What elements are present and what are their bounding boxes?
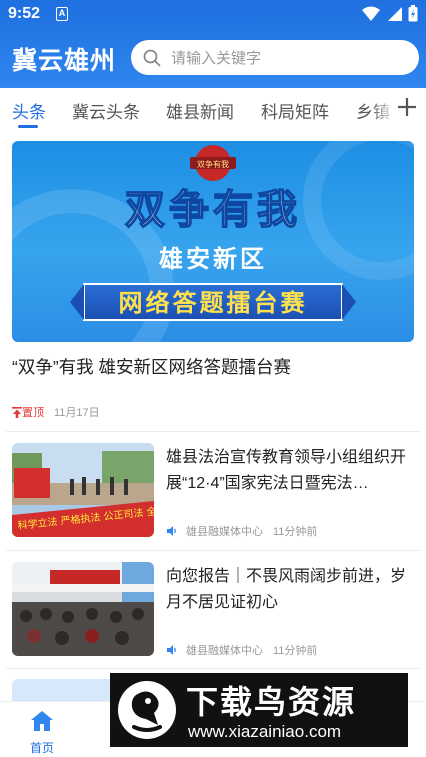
news-thumbnail bbox=[12, 562, 154, 656]
watermark-title: 下载鸟资源 bbox=[186, 684, 357, 720]
divider bbox=[6, 668, 420, 669]
tab-jiyun-headlines[interactable]: 冀云头条 bbox=[72, 98, 140, 123]
news-title: 雄县法治宣传教育领导小组组织开展“12·4”国家宪法日暨宪法… bbox=[166, 449, 407, 492]
search-bar[interactable]: 请输入关键字 bbox=[131, 40, 419, 75]
banner-subtitle: 雄安新区 bbox=[158, 245, 267, 273]
battery-icon bbox=[408, 5, 418, 22]
plus-icon[interactable] bbox=[396, 96, 418, 118]
category-tabs: 头条 冀云头条 雄县新闻 科局矩阵 乡镇 bbox=[0, 88, 426, 130]
banner-title: 双争有我 bbox=[125, 187, 301, 233]
divider bbox=[6, 550, 420, 551]
speaker-icon bbox=[167, 645, 176, 655]
wifi-icon bbox=[362, 6, 380, 21]
news-title: 向您报告｜不畏风雨阔步前进，岁月不居见证初心 bbox=[166, 568, 407, 611]
tab-headlines[interactable]: 头条 bbox=[12, 98, 46, 123]
banner-artwork: 双争有我 双争有我 雄安新区 网络答题擂台赛 bbox=[12, 141, 414, 342]
banner-emblem-text: 双争有我 bbox=[197, 159, 229, 169]
divider bbox=[6, 431, 420, 432]
app-header: 9:52 A 冀云雄州 请输入关键字 bbox=[0, 0, 426, 88]
featured-date: 11月17日 bbox=[54, 407, 100, 419]
tab-bureau-matrix[interactable]: 科局矩阵 bbox=[261, 98, 329, 123]
notification-icon: A bbox=[56, 7, 68, 21]
status-time: 9:52 bbox=[8, 5, 41, 22]
news-source: 雄县融媒体中心 bbox=[186, 645, 263, 657]
news-time: 11分钟前 bbox=[273, 526, 318, 538]
app-title: 冀云雄州 bbox=[12, 47, 117, 75]
watermark-url: www.xiazainiao.com bbox=[188, 722, 342, 741]
status-bar: 9:52 A bbox=[0, 0, 426, 30]
signal-icon bbox=[388, 6, 402, 21]
nav-home-label: 首页 bbox=[29, 741, 54, 755]
watermark-logo bbox=[118, 681, 176, 739]
featured-meta: 置顶 11月17日 bbox=[12, 404, 100, 420]
active-tab-indicator bbox=[18, 125, 38, 128]
status-icons bbox=[362, 5, 418, 22]
news-source: 雄县融媒体中心 bbox=[186, 526, 263, 538]
list-item[interactable]: 科学立法 严格执法 公正司法 全民守法 雄县法治宣传教育领导小组组织开展“12·… bbox=[12, 443, 414, 543]
banner-ribbon-text: 网络答题擂台赛 bbox=[119, 289, 308, 317]
home-icon bbox=[31, 711, 53, 731]
speaker-icon bbox=[167, 526, 176, 536]
news-time: 11分钟前 bbox=[273, 645, 318, 657]
nav-home[interactable]: 首页 bbox=[22, 710, 62, 756]
featured-banner[interactable]: 双争有我 双争有我 雄安新区 网络答题擂台赛 bbox=[12, 141, 414, 342]
pin-icon bbox=[12, 406, 22, 418]
news-thumbnail: 科学立法 严格执法 公正司法 全民守法 bbox=[12, 443, 154, 537]
news-meta: 雄县融媒体中心 11分钟前 bbox=[166, 642, 317, 658]
search-placeholder: 请输入关键字 bbox=[171, 50, 262, 67]
list-item[interactable]: 向您报告｜不畏风雨阔步前进，岁月不居见证初心 雄县融媒体中心 11分钟前 bbox=[12, 562, 414, 662]
pinned-label: 置顶 bbox=[22, 407, 44, 419]
news-meta: 雄县融媒体中心 11分钟前 bbox=[166, 523, 317, 539]
featured-headline[interactable]: “双争”有我 雄安新区网络答题擂台赛 bbox=[12, 354, 414, 379]
tab-county-news[interactable]: 雄县新闻 bbox=[166, 98, 234, 123]
pinned-badge: 置顶 bbox=[12, 404, 44, 420]
search-icon bbox=[143, 49, 161, 66]
watermark: 下载鸟资源 www.xiazainiao.com bbox=[110, 673, 408, 747]
